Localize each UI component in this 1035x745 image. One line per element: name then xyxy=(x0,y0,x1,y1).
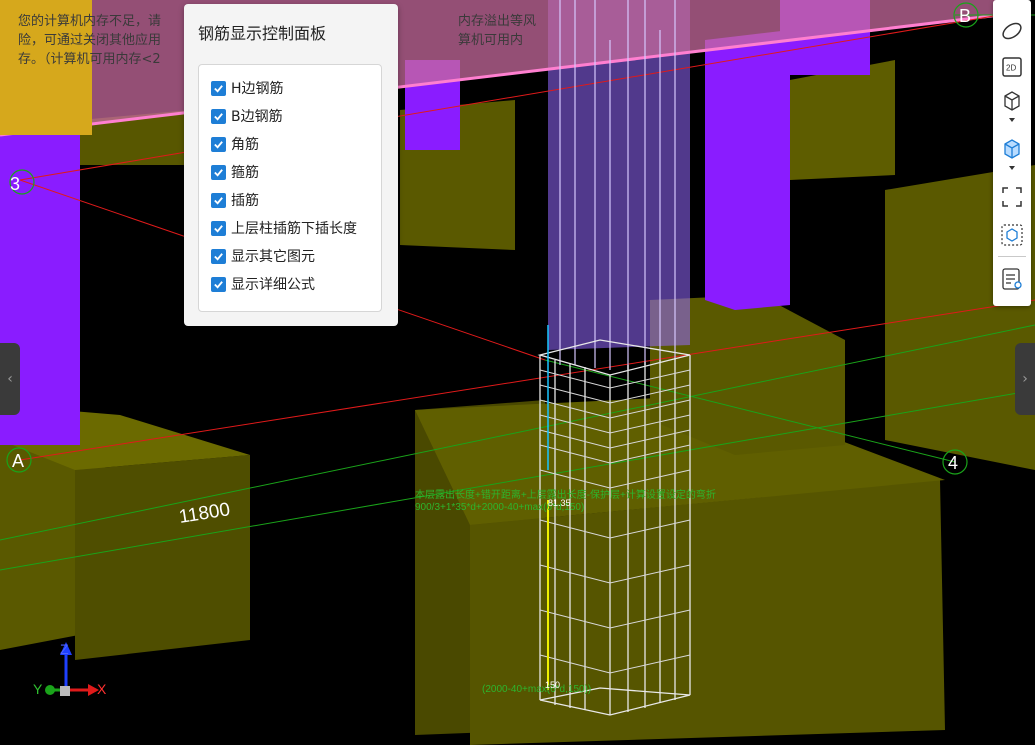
checkbox-checked-icon[interactable] xyxy=(211,276,226,292)
toolbar-divider xyxy=(998,256,1026,257)
fit-view-icon[interactable] xyxy=(999,184,1025,210)
svg-text:2D: 2D xyxy=(1006,64,1016,73)
checkbox-checked-icon[interactable] xyxy=(211,192,226,208)
rebar-display-panel: 钢筋显示控制面板 H边钢筋 B边钢筋 角筋 箍筋 插筋 上层柱插筋下插长度 显示… xyxy=(184,4,398,326)
chevron-down-icon[interactable] xyxy=(999,114,1025,128)
option-stirrup[interactable]: 箍筋 xyxy=(211,161,259,183)
checkbox-checked-icon[interactable] xyxy=(211,136,226,152)
axis-x-label: X xyxy=(97,681,107,697)
2d-view-icon[interactable]: 2D xyxy=(999,54,1025,80)
chevron-left-icon[interactable]: ‹ xyxy=(0,343,20,415)
svg-text:4: 4 xyxy=(948,453,958,473)
checkbox-checked-icon[interactable] xyxy=(211,248,226,264)
axis-marker-4: 4 xyxy=(942,449,968,475)
value-top: 81.35 xyxy=(548,498,571,508)
option-upper-dowel-length[interactable]: 上层柱插筋下插长度 xyxy=(211,217,357,239)
section-box-icon[interactable] xyxy=(999,222,1025,248)
option-dowel[interactable]: 插筋 xyxy=(211,189,259,211)
option-b-rebar[interactable]: B边钢筋 xyxy=(211,105,283,127)
orbit-icon[interactable] xyxy=(999,18,1025,44)
option-h-rebar[interactable]: H边钢筋 xyxy=(211,77,284,99)
formula-bottom: (2000-40+max(6*d,150)) xyxy=(482,684,591,695)
checkbox-checked-icon[interactable] xyxy=(211,80,226,96)
footing-top-right xyxy=(790,60,895,180)
svg-text:B: B xyxy=(959,6,971,26)
panel-options: H边钢筋 B边钢筋 角筋 箍筋 插筋 上层柱插筋下插长度 显示其它图元 显示详细… xyxy=(198,64,382,312)
value-bottom: 150 xyxy=(545,680,560,690)
view-toolbar: 2D xyxy=(993,0,1031,306)
checkbox-checked-icon[interactable] xyxy=(211,164,226,180)
column-right xyxy=(705,30,790,310)
option-show-other-elements[interactable]: 显示其它图元 xyxy=(211,245,315,267)
svg-text:A: A xyxy=(12,451,24,471)
chevron-right-icon[interactable]: › xyxy=(1015,343,1035,415)
panel-title: 钢筋显示控制面板 xyxy=(198,24,327,43)
axis-y-label: Y xyxy=(33,681,43,697)
checkbox-checked-icon[interactable] xyxy=(211,108,226,124)
display-settings-icon[interactable] xyxy=(999,266,1025,292)
axis-z-label: Z xyxy=(60,641,69,657)
3d-viewport[interactable]: B 3 A 4 11800 本层露出长度+错开距离+上层露出长度-保护层+计算设… xyxy=(0,0,1035,745)
svg-text:3: 3 xyxy=(10,174,20,194)
memory-warning-right-text: 内存溢出等风 算机可用内 xyxy=(458,14,537,48)
chevron-down-icon[interactable] xyxy=(999,162,1025,176)
checkbox-checked-icon[interactable] xyxy=(211,220,226,236)
option-corner-rebar[interactable]: 角筋 xyxy=(211,133,259,155)
option-show-detailed-formula[interactable]: 显示详细公式 xyxy=(211,273,315,295)
footing-center-front xyxy=(470,480,945,745)
footing-left-front xyxy=(75,455,250,660)
